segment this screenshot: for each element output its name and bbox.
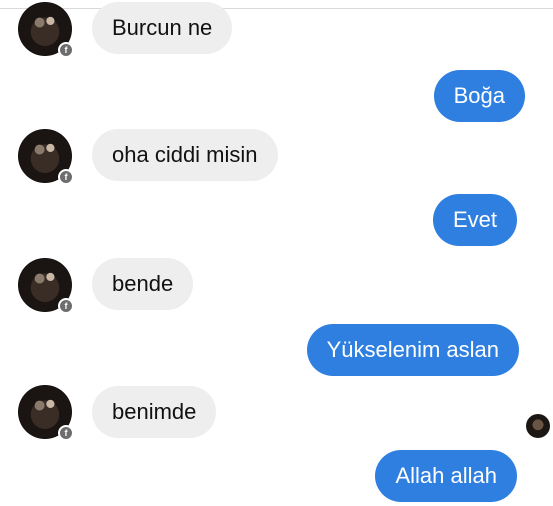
incoming-message-bubble[interactable]: oha ciddi misin: [92, 129, 278, 181]
contact-avatar[interactable]: f: [18, 385, 74, 441]
message-text: benimde: [112, 399, 197, 424]
facebook-icon: f: [58, 42, 74, 58]
contact-avatar[interactable]: f: [18, 129, 74, 185]
message-text: Allah allah: [395, 463, 497, 488]
contact-avatar[interactable]: f: [18, 258, 74, 314]
message-text: bende: [112, 271, 174, 296]
facebook-icon: f: [58, 169, 74, 185]
contact-avatar[interactable]: f: [18, 2, 74, 58]
facebook-icon: f: [58, 425, 74, 441]
facebook-icon: f: [58, 298, 74, 314]
message-text: Yükselenim aslan: [326, 337, 499, 362]
seen-avatar-icon: [526, 414, 550, 438]
outgoing-message-bubble[interactable]: Evet: [432, 194, 517, 246]
incoming-message-bubble[interactable]: bende: [92, 258, 194, 310]
outgoing-message-bubble[interactable]: Allah allah: [375, 450, 517, 502]
message-text: oha ciddi misin: [112, 142, 258, 167]
outgoing-message-bubble[interactable]: Boğa: [433, 70, 525, 122]
message-text: Boğa: [453, 83, 505, 108]
outgoing-message-bubble[interactable]: Yükselenim aslan: [306, 324, 519, 376]
chat-thread: f Burcun ne Boğa f oha ciddi misin Evet …: [0, 0, 553, 506]
message-text: Burcun ne: [112, 15, 213, 40]
incoming-message-bubble[interactable]: Burcun ne: [92, 2, 233, 54]
message-text: Evet: [452, 207, 497, 232]
incoming-message-bubble[interactable]: benimde: [92, 386, 217, 438]
